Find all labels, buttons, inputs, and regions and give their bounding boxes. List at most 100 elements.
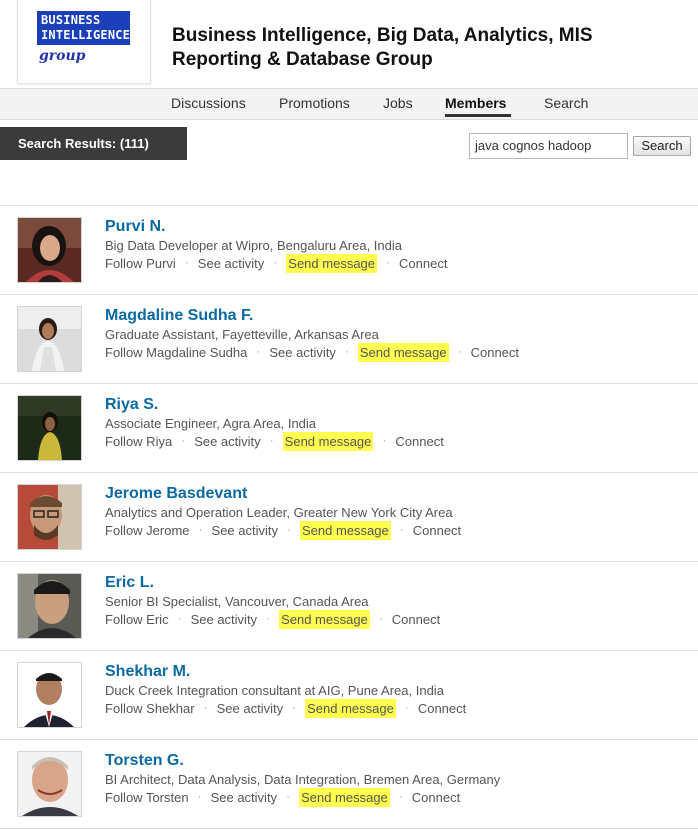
active-tab-indicator	[445, 114, 511, 117]
separator: ·	[386, 257, 390, 269]
list-item: Riya S. Associate Engineer, Agra Area, I…	[0, 383, 698, 472]
separator: ·	[203, 702, 208, 714]
member-name[interactable]: Riya S.	[105, 396, 158, 414]
see-activity-link[interactable]: See activity	[211, 790, 277, 805]
see-activity-link[interactable]: See activity	[194, 434, 260, 449]
member-search-input[interactable]: java cognos hadoop	[469, 133, 628, 159]
separator: ·	[382, 435, 387, 447]
member-headline: Senior BI Specialist, Vancouver, Canada …	[105, 594, 369, 609]
separator: ·	[398, 791, 403, 803]
logo-line3: group	[39, 48, 86, 64]
follow-link[interactable]: Follow Purvi	[105, 256, 176, 271]
separator: ·	[287, 524, 291, 536]
follow-link[interactable]: Follow Riya	[105, 434, 172, 449]
connect-link[interactable]: Connect	[395, 434, 443, 449]
separator: ·	[399, 524, 404, 536]
member-actions: Follow Purvi · See activity · Send message · C…	[105, 254, 447, 273]
connect-link[interactable]: Connect	[418, 701, 466, 716]
group-title-line1: Business Intelligence, Big Data, Analyti…	[172, 25, 593, 46]
tab-promotions[interactable]: Promotions	[279, 95, 350, 111]
separator: ·	[184, 257, 189, 269]
group-header: BUSINESS INTELLIGENCE group Business Int…	[0, 0, 698, 88]
see-activity-link[interactable]: See activity	[269, 345, 335, 360]
member-actions: Follow Eric · See activity · Send message · Co…	[105, 610, 440, 629]
logo-line2: INTELLIGENCE	[41, 28, 131, 42]
group-title[interactable]: Business Intelligence, Big Data, Analyti…	[172, 24, 652, 72]
member-name[interactable]: Purvi N.	[105, 218, 165, 236]
member-actions: Follow Jerome · See activity · Send message ·…	[105, 521, 461, 540]
member-name[interactable]: Magdaline Sudha F.	[105, 307, 253, 325]
tab-discussions[interactable]: Discussions	[171, 95, 246, 111]
member-name[interactable]: Jerome Basdevant	[105, 485, 247, 503]
separator: ·	[404, 702, 409, 714]
separator: ·	[198, 524, 203, 536]
group-nav: Discussions Promotions Jobs Members Sear…	[0, 88, 698, 120]
member-actions: Follow Riya · See activity · Send message · Co…	[105, 432, 444, 451]
member-actions: Follow Torsten · See activity · Send message…	[105, 788, 460, 807]
avatar[interactable]	[17, 306, 82, 372]
member-headline: BI Architect, Data Analysis, Data Integr…	[105, 772, 501, 787]
group-title-line2: Reporting & Database Group	[172, 49, 433, 70]
member-headline: Graduate Assistant, Fayetteville, Arkans…	[105, 327, 379, 342]
member-list: Purvi N. Big Data Developer at Wipro, Be…	[0, 205, 698, 829]
tab-members[interactable]: Members	[445, 95, 506, 111]
send-message-link[interactable]: Send message	[279, 610, 370, 629]
avatar[interactable]	[17, 395, 82, 461]
separator: ·	[266, 613, 270, 625]
logo-image: BUSINESS INTELLIGENCE group	[37, 11, 130, 67]
see-activity-link[interactable]: See activity	[217, 701, 283, 716]
separator: ·	[273, 257, 278, 269]
follow-link[interactable]: Follow Magdaline Sudha	[105, 345, 247, 360]
list-item: Purvi N. Big Data Developer at Wipro, Be…	[0, 205, 698, 294]
connect-link[interactable]: Connect	[412, 790, 460, 805]
see-activity-link[interactable]: See activity	[198, 256, 264, 271]
separator: ·	[269, 435, 274, 447]
list-item: Jerome Basdevant Analytics and Operation…	[0, 472, 698, 561]
separator: ·	[378, 613, 383, 625]
follow-link[interactable]: Follow Torsten	[105, 790, 189, 805]
see-activity-link[interactable]: See activity	[212, 523, 278, 538]
member-name[interactable]: Torsten G.	[105, 752, 184, 770]
member-name[interactable]: Shekhar M.	[105, 663, 190, 681]
list-item: Eric L. Senior BI Specialist, Vancouver,…	[0, 561, 698, 650]
follow-link[interactable]: Follow Eric	[105, 612, 169, 627]
connect-link[interactable]: Connect	[413, 523, 461, 538]
send-message-link[interactable]: Send message	[299, 788, 390, 807]
send-message-link[interactable]: Send message	[286, 254, 378, 273]
follow-link[interactable]: Follow Jerome	[105, 523, 190, 538]
separator: ·	[256, 346, 261, 358]
connect-link[interactable]: Connect	[399, 256, 447, 271]
see-activity-link[interactable]: See activity	[191, 612, 257, 627]
search-button[interactable]: Search	[633, 136, 691, 156]
avatar[interactable]	[17, 484, 82, 550]
list-item: Shekhar M. Duck Creek Integration consul…	[0, 650, 698, 739]
avatar[interactable]	[17, 751, 82, 817]
separator: ·	[292, 702, 296, 714]
member-headline: Analytics and Operation Leader, Greater …	[105, 505, 453, 520]
member-name[interactable]: Eric L.	[105, 574, 154, 592]
tab-jobs[interactable]: Jobs	[383, 95, 413, 111]
list-item: Torsten G. BI Architect, Data Analysis, …	[0, 739, 698, 829]
send-message-link[interactable]: Send message	[300, 521, 391, 540]
send-message-link[interactable]: Send message	[357, 343, 449, 362]
separator: ·	[181, 435, 186, 447]
member-actions: Follow Shekhar · See activity · Send message…	[105, 699, 466, 718]
separator: ·	[286, 791, 290, 803]
member-headline: Associate Engineer, Agra Area, India	[105, 416, 317, 431]
connect-link[interactable]: Connect	[471, 345, 519, 360]
send-message-link[interactable]: Send message	[282, 432, 374, 451]
avatar[interactable]	[17, 573, 82, 639]
separator: ·	[457, 346, 462, 358]
separator: ·	[345, 346, 349, 358]
separator: ·	[177, 613, 182, 625]
avatar[interactable]	[17, 662, 82, 728]
tab-search[interactable]: Search	[544, 95, 588, 111]
follow-link[interactable]: Follow Shekhar	[105, 701, 195, 716]
member-headline: Duck Creek Integration consultant at AIG…	[105, 683, 444, 698]
avatar[interactable]	[17, 217, 82, 283]
logo-line1: BUSINESS	[41, 13, 101, 27]
send-message-link[interactable]: Send message	[305, 699, 396, 718]
group-logo[interactable]: BUSINESS INTELLIGENCE group	[17, 0, 151, 84]
connect-link[interactable]: Connect	[392, 612, 440, 627]
list-item: Magdaline Sudha F. Graduate Assistant, F…	[0, 294, 698, 383]
